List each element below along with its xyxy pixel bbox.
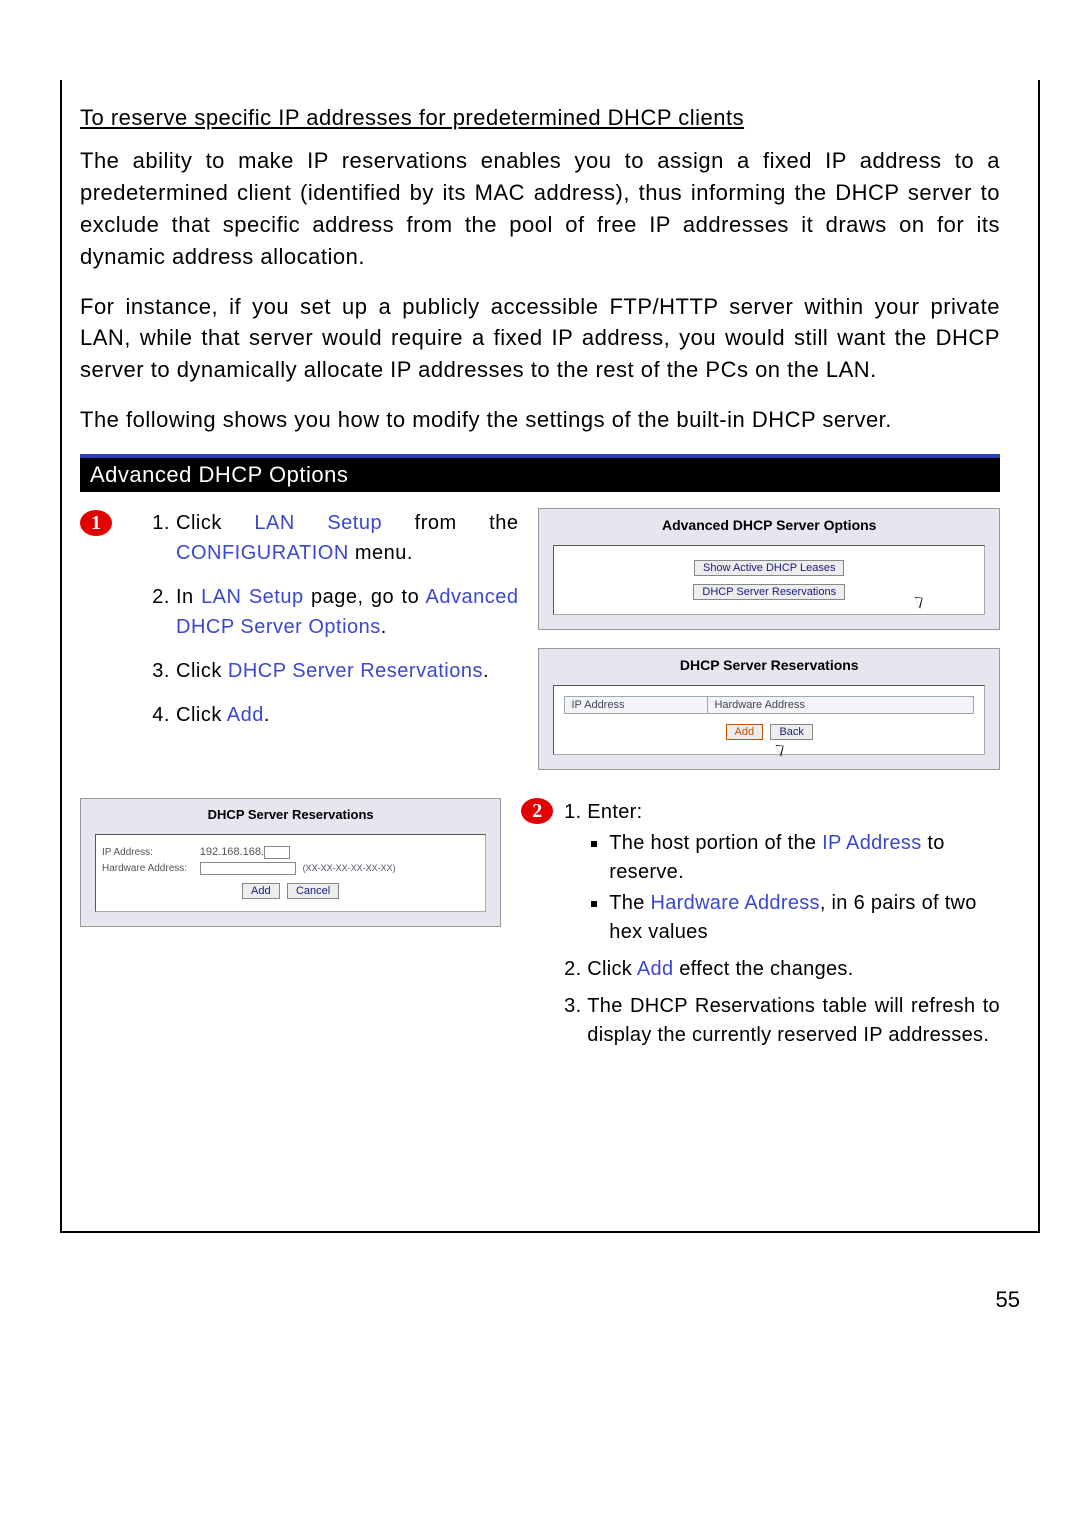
panel-dhcp-reservations-form: DHCP Server Reservations IP Address: 192… [80,798,501,927]
bullet-ip: The host portion of the IP Address to re… [609,829,1000,887]
row-1: 1 Click LAN Setup from the CONFIGURATION… [80,508,1000,788]
form-cancel-button[interactable]: Cancel [287,883,339,899]
section-heading: To reserve specific IP addresses for pre… [80,105,1000,131]
step-1: Click LAN Setup from the CONFIGURATION m… [176,508,518,568]
r2-step-3: The DHCP Reservations table will refresh… [587,992,1000,1050]
cursor-icon-2 [775,742,787,757]
t: In [176,586,201,608]
t: Click [176,704,227,726]
t: Click [176,512,254,534]
t: Click [176,660,228,682]
step-4: Click Add. [176,700,518,730]
r2-step-2: Click Add effect the changes. [587,955,1000,984]
t: effect the changes. [673,958,853,980]
page: To reserve specific IP addresses for pre… [0,0,1080,1533]
ip-host-input[interactable] [264,846,290,859]
reservations-add-button[interactable]: Add [726,724,764,740]
t: The [609,892,650,914]
row2-left: DHCP Server Reservations IP Address: 192… [80,798,501,945]
t: . [264,704,270,726]
row1-right: Advanced DHCP Server Options Show Active… [538,508,1000,788]
r2-step-1: Enter: The host portion of the IP Addres… [587,798,1000,947]
options-bar: Advanced DHCP Options [80,454,1000,492]
bullet-hw: The Hardware Address, in 6 pairs of two … [609,889,1000,947]
hl-add: Add [227,704,264,726]
hl-lan-setup-2: LAN Setup [201,586,304,608]
step-badge-1: 1 [80,510,112,536]
step-list-2: Enter: The host portion of the IP Addres… [561,798,1000,1050]
hl-hw-address: Hardware Address [651,892,820,914]
step-badge-2: 2 [521,798,553,824]
ip-prefix: 192.168.168. [200,846,264,858]
paragraph-1: The ability to make IP reservations enab… [80,145,1000,273]
col-ip: IP Address [565,697,708,714]
hl-ip-address: IP Address [822,832,921,854]
panel-c-title: DHCP Server Reservations [81,799,500,826]
hl-configuration: CONFIGURATION [176,542,349,564]
t: from the [382,512,518,534]
form-row-ip: IP Address: 192.168.168. [102,846,479,859]
reservations-back-button[interactable]: Back [770,724,812,740]
cursor-icon [915,594,927,609]
reservations-table: IP Address Hardware Address [564,696,974,714]
panel-a-title: Advanced DHCP Server Options [539,509,999,537]
t: Enter: [587,801,642,823]
step-2: In LAN Setup page, go to Advanced DHCP S… [176,582,518,642]
row1-left: 1 Click LAN Setup from the CONFIGURATION… [80,508,518,744]
content-area: To reserve specific IP addresses for pre… [60,80,1020,1078]
col-hw: Hardware Address [708,697,974,714]
hl-lan-setup: LAN Setup [254,512,382,534]
panel-b-title: DHCP Server Reservations [539,649,999,677]
hl-add-2: Add [637,958,674,980]
label-hw: Hardware Address: [102,863,197,874]
form-row-hw: Hardware Address: (XX-XX-XX-XX-XX-XX) [102,862,479,875]
page-number: 55 [996,1287,1020,1313]
t: . [381,616,387,638]
step-list-1: Click LAN Setup from the CONFIGURATION m… [150,508,518,730]
step-3: Click DHCP Server Reservations. [176,656,518,686]
enter-bullets: The host portion of the IP Address to re… [587,829,1000,947]
row2-right: 2 Enter: The host portion of the IP Addr… [521,798,1000,1058]
dhcp-reservations-button[interactable]: DHCP Server Reservations [693,584,845,600]
panel-adv-dhcp-options: Advanced DHCP Server Options Show Active… [538,508,1000,630]
form-add-button[interactable]: Add [242,883,280,899]
t: The host portion of the [609,832,822,854]
hl-dhcp-res: DHCP Server Reservations [228,660,483,682]
t: page, go to [304,586,426,608]
t: Click [587,958,637,980]
hw-input[interactable] [200,862,296,875]
t: menu. [349,542,413,564]
label-ip: IP Address: [102,847,197,858]
hw-hint: (XX-XX-XX-XX-XX-XX) [303,863,396,873]
show-active-leases-button[interactable]: Show Active DHCP Leases [694,560,844,576]
t: . [483,660,489,682]
row-2: DHCP Server Reservations IP Address: 192… [80,798,1000,1058]
paragraph-2: For instance, if you set up a publicly a… [80,291,1000,387]
panel-dhcp-reservations-list: DHCP Server Reservations IP Address Hard… [538,648,1000,770]
paragraph-3: The following shows you how to modify th… [80,404,1000,436]
